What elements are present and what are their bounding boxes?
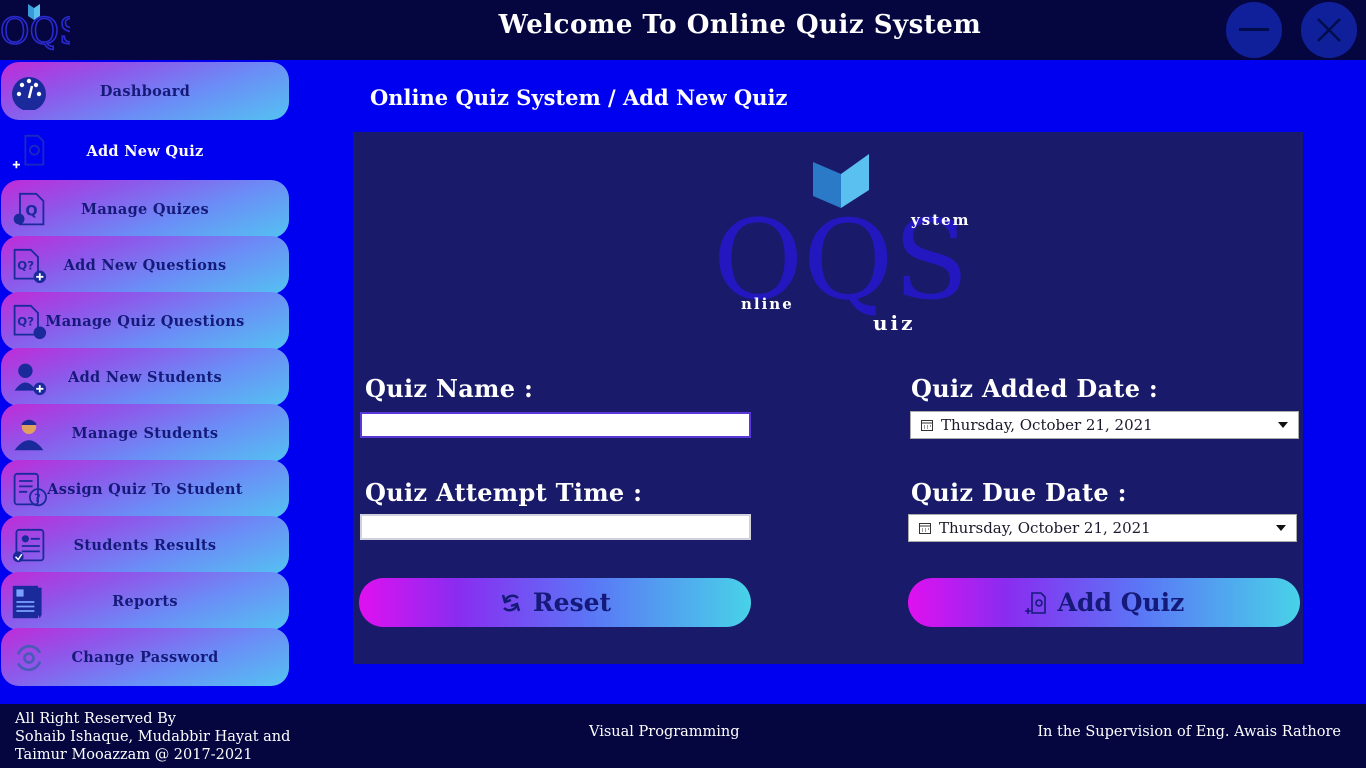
sidebar-item-label: Dashboard [99,82,191,100]
reset-button-label: Reset [532,588,612,617]
calendar-icon [921,420,933,431]
close-button[interactable] [1301,2,1357,58]
quiz-due-date-value: Thursday, October 21, 2021 [939,519,1151,537]
sidebar-item-add-new-quiz[interactable]: Add New Quiz [1,122,289,180]
add-quiz-button[interactable]: Add Quiz [908,578,1300,627]
sidebar-item-students-results[interactable]: Students Results [1,516,289,574]
footer-credits-line2: Sohaib Ishaque, Mudabbir Hayat and [15,729,291,745]
minimize-icon [1239,28,1269,31]
sidebar-item-manage-students[interactable]: Manage Students [1,404,289,462]
sidebar-item-label: Manage Quiz Questions [45,312,245,330]
svg-text:ystem: ystem [910,211,971,229]
add-quiz-icon [1024,591,1046,614]
quiz-due-date-picker[interactable]: Thursday, October 21, 2021 [908,514,1297,542]
sidebar-item-reports[interactable]: Reports [1,572,289,630]
footer-course: Visual Programming [589,724,740,740]
footer: All Right Reserved By Sohaib Ishaque, Mu… [0,704,1366,768]
sidebar: Dashboard Add New Quiz Q Manage Quizes Q… [0,60,292,688]
sidebar-item-label: Manage Students [71,424,219,442]
footer-credits: All Right Reserved By Sohaib Ishaque, Mu… [15,710,290,764]
sidebar-item-manage-quiz-questions[interactable]: Q? Manage Quiz Questions [1,292,289,350]
sidebar-item-label: Add New Students [68,368,222,386]
quiz-due-date-label: Quiz Due Date : [911,478,1127,507]
app-title: Welcome To Online Quiz System [498,10,982,40]
sidebar-item-label: Add New Quiz [86,142,204,160]
oqs-logo: OQS ystem nline uiz [713,154,971,335]
title-bar: OQS Welcome To Online Quiz System [0,0,1366,60]
sidebar-item-change-password[interactable]: Change Password [1,628,289,686]
sidebar-item-add-new-students[interactable]: Add New Students [1,348,289,406]
sidebar-item-label: Add New Questions [63,256,227,274]
close-icon [1317,18,1341,42]
chevron-down-icon[interactable] [1276,525,1286,531]
quiz-attempt-time-input[interactable] [360,514,751,540]
sidebar-item-label: Manage Quizes [81,200,209,218]
add-quiz-button-label: Add Quiz [1057,588,1185,617]
sidebar-item-dashboard[interactable]: Dashboard [1,62,289,120]
quiz-added-date-picker[interactable]: Thursday, October 21, 2021 [910,411,1299,439]
quiz-name-label: Quiz Name : [365,374,534,403]
reset-button[interactable]: Reset [359,578,751,627]
minimize-button[interactable] [1226,2,1282,58]
sidebar-item-add-new-questions[interactable]: Q? Add New Questions [1,236,289,294]
calendar-icon [919,523,931,534]
sidebar-item-label: Change Password [71,648,219,666]
sidebar-item-label: Reports [112,592,178,610]
footer-supervision: In the Supervision of Eng. Awais Rathore [1037,724,1341,740]
reset-icon [501,594,521,611]
sidebar-item-label: Assign Quiz To Student [47,480,243,498]
svg-text:uiz: uiz [873,311,916,335]
chevron-down-icon[interactable] [1278,422,1288,428]
sidebar-item-manage-quizes[interactable]: Q Manage Quizes [1,180,289,238]
footer-credits-line3: Taimur Mooazzam @ 2017-2021 [15,747,253,763]
quiz-added-date-value: Thursday, October 21, 2021 [941,416,1153,434]
quiz-attempt-time-label: Quiz Attempt Time : [365,478,643,507]
breadcrumb: Online Quiz System / Add New Quiz [370,85,788,110]
footer-credits-line1: All Right Reserved By [15,711,176,727]
sidebar-item-label: Students Results [73,536,217,554]
sidebar-item-assign-quiz[interactable]: ? Assign Quiz To Student [1,460,289,518]
quiz-name-input[interactable] [360,412,751,438]
app-logo: OQS [0,4,70,54]
quiz-added-date-label: Quiz Added Date : [911,374,1159,403]
svg-text:OQS: OQS [0,12,70,53]
svg-text:nline: nline [741,295,794,313]
